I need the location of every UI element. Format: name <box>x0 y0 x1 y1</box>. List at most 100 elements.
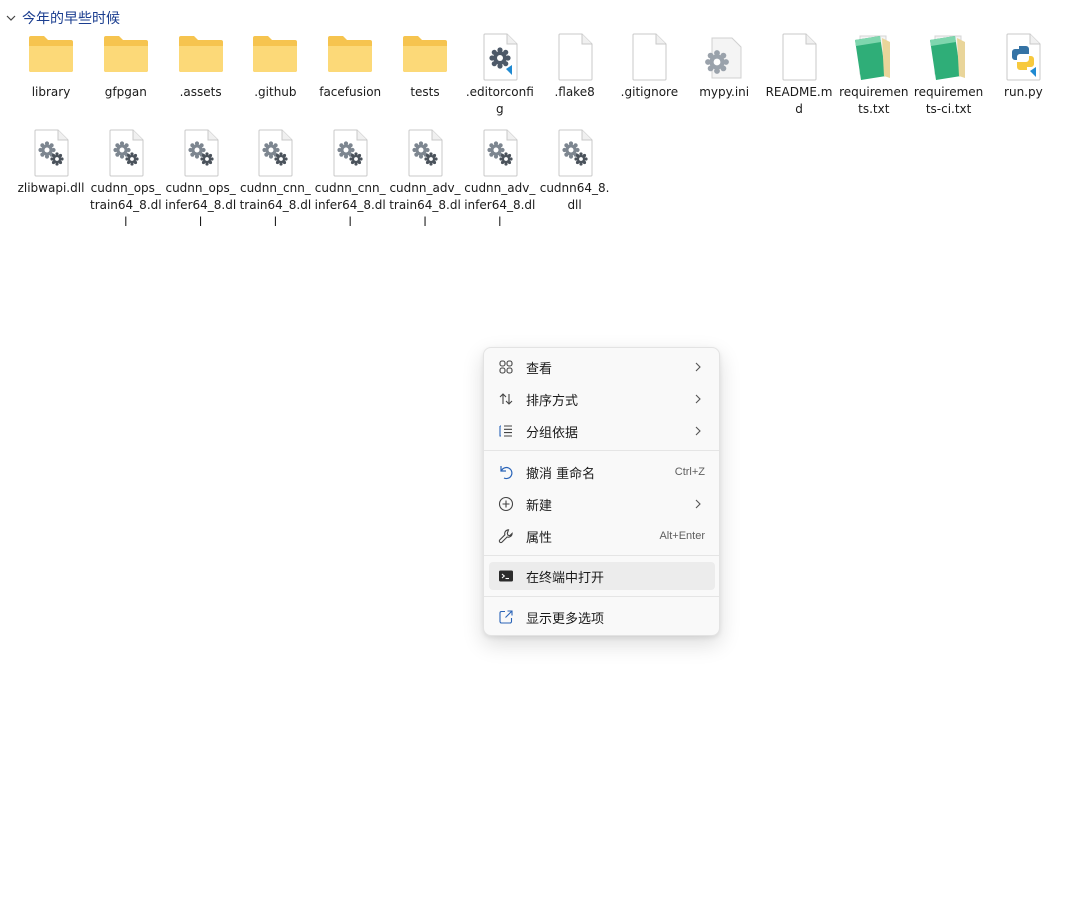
menu-item-sort[interactable]: 排序方式 <box>489 385 715 413</box>
dll-file-icon <box>476 128 524 178</box>
notepad-icon <box>850 32 898 82</box>
file-item[interactable]: facefusion <box>313 32 387 101</box>
wrench-icon <box>497 527 515 545</box>
menu-item-label: 撤消 重命名 <box>526 466 596 482</box>
file-item[interactable]: .editorconfig <box>463 32 537 118</box>
dll-file-icon-graphic <box>558 129 593 177</box>
file-label: requirements-ci.txt <box>913 85 984 116</box>
file-item[interactable]: .gitignore <box>612 32 686 101</box>
dll-file-icon <box>401 128 449 178</box>
file-label: mypy.ini <box>699 85 750 99</box>
sort-icon <box>497 390 515 408</box>
folder-icon-graphic <box>328 36 373 72</box>
file-item[interactable]: mypy.ini <box>687 32 761 101</box>
file-label: gfpgan <box>104 85 147 99</box>
menu-item-label: 分组依据 <box>526 425 579 441</box>
file-item[interactable]: .flake8 <box>538 32 612 101</box>
file-label: facefusion <box>319 85 382 99</box>
file-item[interactable]: cudnn64_8.dll <box>538 128 612 214</box>
add-circle-icon <box>497 495 515 513</box>
menu-item-label: 属性 <box>526 530 553 546</box>
undo-icon <box>497 463 515 481</box>
file-item[interactable]: README.md <box>762 32 836 118</box>
file-label: cudnn_ops_train64_8.dll <box>89 181 162 229</box>
dll-file-icon <box>251 128 299 178</box>
blank-file-icon-graphic <box>558 33 593 81</box>
menu-item-label: 在终端中打开 <box>526 570 605 586</box>
file-item[interactable]: tests <box>388 32 462 101</box>
file-item[interactable]: cudnn_cnn_train64_8.dll <box>238 128 312 231</box>
menu-item-undo-rename[interactable]: 撤消 重命名 Ctrl+Z <box>489 458 715 486</box>
folder-icon <box>326 32 374 82</box>
grid-view-icon <box>497 358 515 376</box>
dll-file-icon-graphic <box>109 129 144 177</box>
menu-item-properties[interactable]: 属性 Alt+Enter <box>489 522 715 550</box>
dll-file-icon-graphic <box>258 129 293 177</box>
dll-file-icon-graphic <box>184 129 219 177</box>
group-title: 今年的早些时候 <box>22 11 120 27</box>
group-list-icon <box>497 422 515 440</box>
file-item[interactable]: cudnn_ops_train64_8.dll <box>89 128 163 231</box>
dll-file-icon <box>326 128 374 178</box>
context-menu: 查看 排序方式 分组依据 撤消 重命名 Ctrl+Z 新建 属性 Alt+Ent… <box>483 347 720 636</box>
dll-file-icon <box>177 128 225 178</box>
file-item[interactable]: cudnn_ops_infer64_8.dll <box>164 128 238 231</box>
file-item[interactable]: cudnn_cnn_infer64_8.dll <box>313 128 387 231</box>
file-item[interactable]: .github <box>238 32 312 101</box>
folder-icon-graphic <box>103 36 148 72</box>
file-item[interactable]: .assets <box>164 32 238 101</box>
folder-icon <box>401 32 449 82</box>
file-item[interactable]: library <box>14 32 88 101</box>
file-item[interactable]: requirements-ci.txt <box>912 32 986 118</box>
folder-icon <box>251 32 299 82</box>
file-item[interactable]: requirements.txt <box>837 32 911 118</box>
settings-file-icon <box>700 32 748 82</box>
file-label: tests <box>410 85 440 99</box>
shortcut-label: Ctrl+Z <box>674 466 705 478</box>
file-label: requirements.txt <box>839 85 909 116</box>
dll-file-icon-graphic <box>333 129 368 177</box>
file-item[interactable]: cudnn_adv_train64_8.dll <box>388 128 462 231</box>
terminal-icon <box>497 567 515 585</box>
file-item[interactable]: zlibwapi.dll <box>14 128 88 197</box>
blank-file-icon-graphic <box>782 33 817 81</box>
file-label: zlibwapi.dll <box>17 181 85 195</box>
file-label: .flake8 <box>554 85 595 99</box>
chevron-right-icon <box>695 426 701 436</box>
menu-item-group-by[interactable]: 分组依据 <box>489 417 715 445</box>
menu-item-open-in-terminal[interactable]: 在终端中打开 <box>489 562 715 590</box>
notepad-icon-graphic <box>854 35 890 80</box>
menu-item-new[interactable]: 新建 <box>489 490 715 518</box>
file-label: README.md <box>765 85 833 116</box>
config-file-icon-graphic <box>483 33 518 81</box>
blank-file-icon <box>625 32 673 82</box>
file-item[interactable]: gfpgan <box>89 32 163 101</box>
file-label: cudnn_adv_infer64_8.dll <box>464 181 536 229</box>
blank-file-icon-graphic <box>632 33 667 81</box>
menu-item-view[interactable]: 查看 <box>489 353 715 381</box>
folder-icon <box>102 32 150 82</box>
settings-file-icon-graphic <box>705 37 742 79</box>
chevron-down-icon <box>6 15 16 21</box>
python-file-icon <box>999 32 1047 82</box>
menu-item-label: 查看 <box>526 361 553 377</box>
chevron-right-icon <box>695 362 701 372</box>
file-item[interactable]: cudnn_adv_infer64_8.dll <box>463 128 537 231</box>
dll-file-icon-graphic <box>34 129 69 177</box>
group-header[interactable]: 今年的早些时候 <box>4 8 120 28</box>
file-label: .editorconfig <box>465 85 534 116</box>
menu-item-show-more-options[interactable]: 显示更多选项 <box>489 603 715 631</box>
file-label: .gitignore <box>620 85 679 99</box>
dll-file-icon <box>551 128 599 178</box>
file-label: .assets <box>179 85 222 99</box>
folder-icon-graphic <box>253 36 298 72</box>
blank-file-icon <box>551 32 599 82</box>
file-item[interactable]: run.py <box>986 32 1060 101</box>
menu-item-label: 显示更多选项 <box>526 611 605 627</box>
open-external-icon <box>497 608 515 626</box>
folder-icon-graphic <box>29 36 73 72</box>
file-label: cudnn_adv_train64_8.dll <box>389 181 461 229</box>
file-label: cudnn_cnn_infer64_8.dll <box>314 181 386 229</box>
dll-file-icon-graphic <box>408 129 443 177</box>
menu-item-label: 新建 <box>526 498 553 514</box>
